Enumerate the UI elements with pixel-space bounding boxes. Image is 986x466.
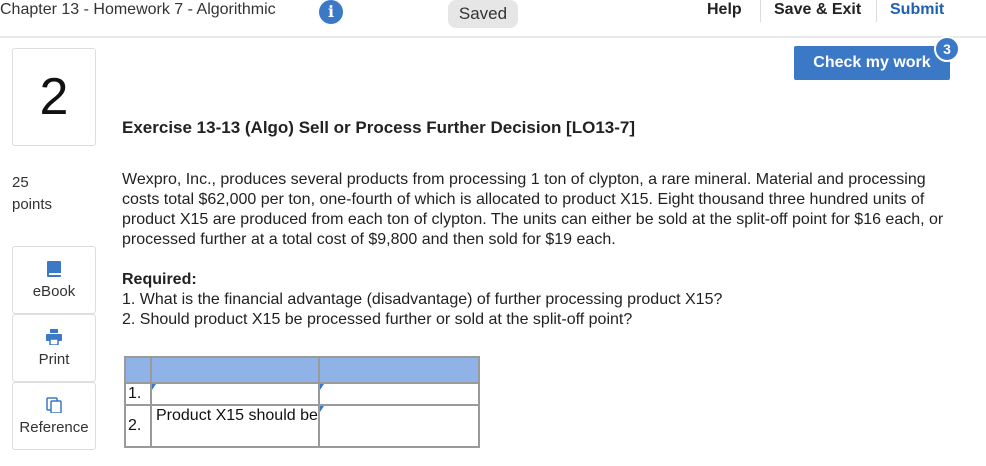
save-exit-link[interactable]: Save & Exit: [774, 0, 861, 20]
answer-2-label-cell: Product X15 should be: [150, 404, 320, 448]
chapter-title: Chapter 13 - Homework 7 - Algorithmic: [0, 1, 276, 18]
row-number: 2.: [124, 404, 152, 448]
header-cell: [318, 356, 480, 384]
points-label: points: [12, 196, 53, 213]
saved-badge: Saved: [448, 0, 518, 28]
answer-table: 1. 2. Product X15 should be: [124, 356, 480, 448]
answer-2-select[interactable]: [320, 407, 478, 445]
dropdown-marker-icon: [320, 384, 324, 390]
table-row: 1.: [124, 382, 480, 406]
requirement-1: 1. What is the financial advantage (disa…: [122, 291, 723, 308]
answer-table-header: [124, 356, 480, 384]
help-link[interactable]: Help: [707, 0, 742, 20]
points-value: 25: [12, 174, 29, 191]
exercise-paragraph: Wexpro, Inc., produces several products …: [122, 171, 944, 248]
answer-2-value-cell[interactable]: [318, 404, 480, 448]
answer-1-label-cell[interactable]: [150, 382, 320, 406]
top-bar: Chapter 13 - Homework 7 - Algorithmic i …: [0, 0, 986, 38]
print-label: Print: [38, 351, 70, 368]
answer-1-label-input[interactable]: [152, 384, 318, 404]
print-icon: [46, 329, 62, 345]
dropdown-marker-icon: [152, 384, 156, 390]
header-cell: [124, 356, 152, 384]
submit-link[interactable]: Submit: [890, 0, 944, 20]
top-divider: [760, 0, 761, 22]
attempts-badge: 3: [934, 36, 960, 62]
requirement-2: 2. Should product X15 be processed furth…: [122, 311, 633, 328]
reference-label: Reference: [19, 419, 89, 436]
info-icon[interactable]: i: [319, 0, 343, 24]
top-divider: [876, 0, 877, 22]
reference-button[interactable]: Reference: [12, 382, 96, 450]
ebook-label: eBook: [32, 283, 76, 300]
reference-icon: [46, 397, 62, 413]
answer-1-value-input[interactable]: [320, 384, 478, 404]
book-icon: [47, 261, 61, 277]
answer-2-label: Product X15 should be: [156, 407, 318, 424]
ebook-button[interactable]: eBook: [12, 246, 96, 314]
question-number: 2: [12, 48, 96, 146]
answer-1-value-cell[interactable]: [318, 382, 480, 406]
print-button[interactable]: Print: [12, 314, 96, 382]
required-heading: Required:: [122, 271, 197, 288]
check-my-work-button[interactable]: Check my work: [794, 46, 950, 80]
row-number: 1.: [124, 382, 152, 406]
table-row: 2. Product X15 should be: [124, 404, 480, 448]
header-cell: [150, 356, 320, 384]
exercise-title: Exercise 13-13 (Algo) Sell or Process Fu…: [122, 118, 636, 137]
dropdown-marker-icon: [320, 406, 324, 412]
points-info: 25 points: [12, 172, 52, 216]
